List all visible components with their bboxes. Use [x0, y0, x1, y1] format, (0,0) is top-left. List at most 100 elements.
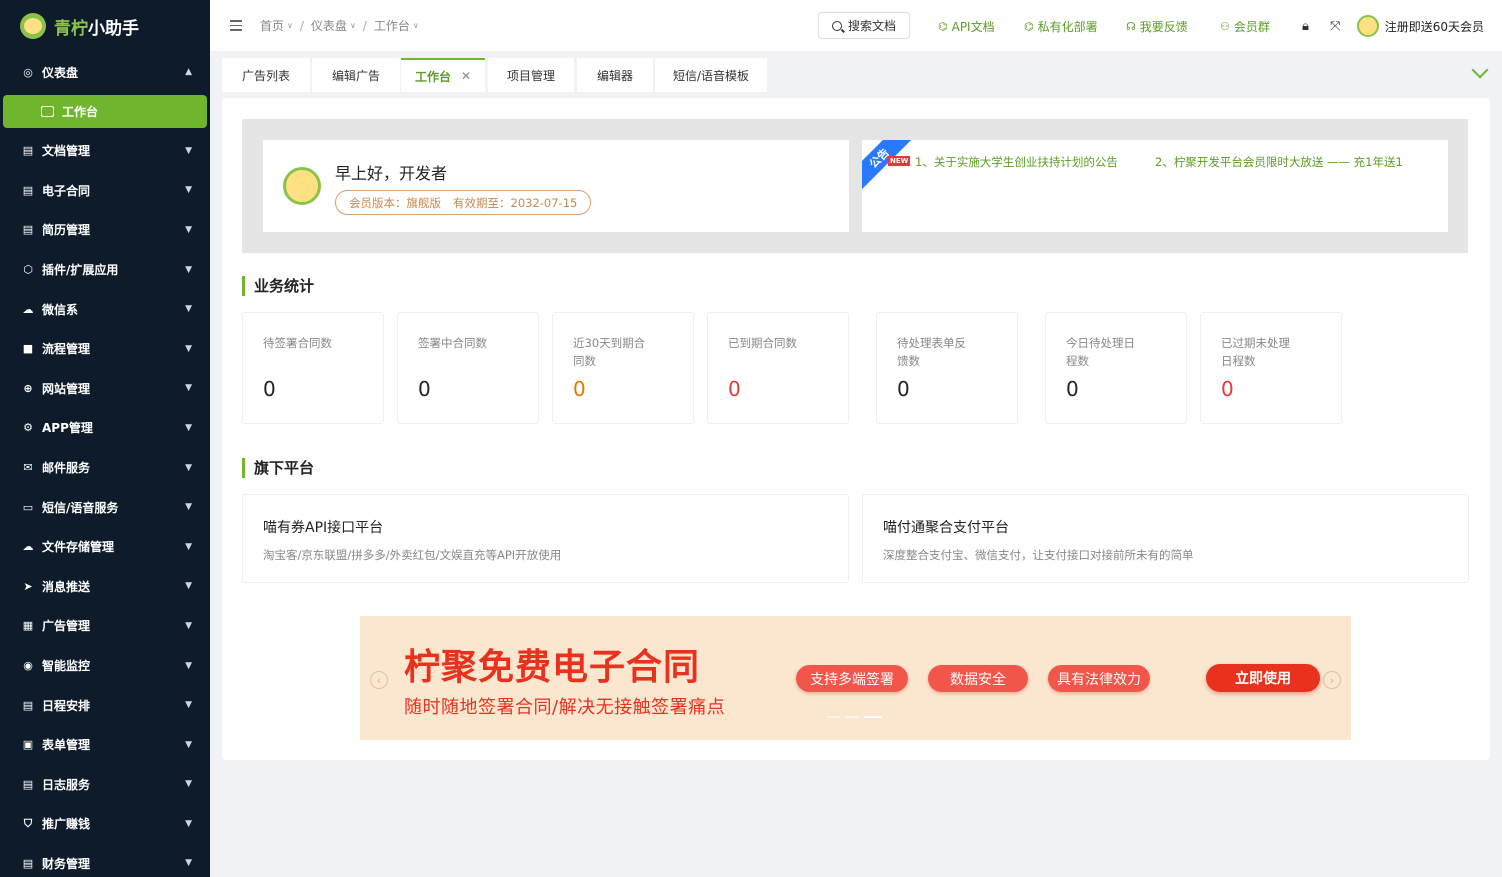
use-now-button[interactable]: 立即使用	[1206, 664, 1320, 692]
stat-label: 签署中合同数	[418, 336, 487, 350]
breadcrumb-workbench[interactable]: 工作台	[374, 17, 410, 34]
stat-label: 已到期合同数	[728, 336, 797, 350]
tab-edit-ad[interactable]: 编辑广告	[312, 58, 400, 92]
network-icon: ⌬	[938, 19, 948, 33]
stat-label: 待处理表单反馈数	[897, 336, 966, 368]
fullscreen-icon[interactable]: ⤧	[1330, 0, 1340, 52]
sidebar-item-doc[interactable]: ▤ 文档管理 ▼	[0, 131, 210, 171]
avatar	[283, 167, 321, 205]
sidebar-item-contract[interactable]: ▤ 电子合同 ▼	[0, 171, 210, 211]
tab-workbench[interactable]: 工作台 ✕	[401, 58, 485, 92]
private-deploy-link[interactable]: ⌬ 私有化部署	[1024, 0, 1098, 52]
carousel-dots[interactable]	[826, 716, 882, 718]
sidebar-item-promote[interactable]: ⛉ 推广赚钱 ▼	[0, 804, 210, 844]
stat-card[interactable]: 今日待处理日程数 0	[1045, 312, 1187, 424]
sidebar-item-schedule[interactable]: ▤ 日程安排 ▼	[0, 685, 210, 725]
stat-card[interactable]: 待签署合同数 0	[242, 312, 384, 424]
chevron-down-icon: ▼	[185, 145, 192, 156]
wechat-icon: ☁	[22, 302, 34, 316]
chevron-down-icon: ▼	[185, 818, 192, 829]
sidebar-item-mail[interactable]: ✉ 邮件服务 ▼	[0, 448, 210, 488]
chevron-down-icon: ▼	[185, 620, 192, 631]
stat-card[interactable]: 已到期合同数 0	[707, 312, 849, 424]
app-icon: ⚙	[23, 421, 33, 435]
chevron-right-icon[interactable]: ›	[1323, 671, 1341, 689]
stat-card[interactable]: 已过期未处理日程数 0	[1200, 312, 1342, 424]
tab-editor[interactable]: 编辑器	[577, 58, 653, 92]
stat-value: 0	[728, 377, 741, 401]
sidebar-item-globe[interactable]: ⊕ 网站管理 ▼	[0, 369, 210, 409]
tab-sms-template[interactable]: 短信/语音模板	[655, 58, 767, 92]
notice-item[interactable]: 1、关于实施大学生创业扶持计划的公告	[915, 154, 1118, 170]
ad-icon: ▦	[22, 619, 34, 633]
banner-feature: 具有法律效力	[1048, 665, 1150, 692]
dashboard-icon: ◎	[23, 65, 33, 79]
chevron-up-icon: ▲	[185, 67, 192, 77]
chevron-down-icon: ▼	[185, 264, 192, 275]
sidebar-item-sms[interactable]: ▭ 短信/语音服务 ▼	[0, 487, 210, 527]
api-docs-link[interactable]: ⌬ API文档	[938, 0, 995, 52]
brand[interactable]: 青柠小助手	[0, 0, 210, 52]
greeting: 早上好，开发者	[335, 164, 448, 183]
chevron-down-icon: ▼	[185, 700, 192, 711]
stat-label: 今日待处理日程数	[1066, 336, 1135, 368]
promo-banner[interactable]: ‹ 柠聚免费电子合同 随时随地签署合同/解决无接触签署痛点 支持多端签署 数据安…	[360, 616, 1351, 740]
breadcrumb-home[interactable]: 首页	[260, 17, 284, 34]
platform-card[interactable]: 喵付通聚合支付平台 深度整合支付宝、微信支付，让支付接口对接前所未有的简单	[862, 494, 1469, 583]
user-menu[interactable]: 注册即送60天会员	[1356, 0, 1484, 52]
sidebar-item-workbench[interactable]: 工作台	[3, 95, 207, 128]
sidebar-item-form[interactable]: ▣ 表单管理 ▼	[0, 725, 210, 765]
stat-value: 0	[573, 377, 586, 401]
sidebar-item-flow[interactable]: ■ 流程管理 ▼	[0, 329, 210, 369]
stat-card[interactable]: 签署中合同数 0	[397, 312, 539, 424]
flow-icon: ■	[22, 342, 34, 356]
chevron-down-icon[interactable]	[1471, 61, 1489, 79]
sidebar-item-monitor[interactable]: ◉ 智能监控 ▼	[0, 646, 210, 686]
chevron-down-icon: ▼	[185, 779, 192, 790]
section-title-platforms: 旗下平台	[242, 458, 314, 478]
logo-icon	[20, 13, 46, 39]
log-icon: ▤	[22, 777, 34, 791]
menu-toggle-icon[interactable]	[230, 20, 242, 31]
lock-icon[interactable]: 🔒︎	[1302, 0, 1309, 52]
sidebar-item-plugin[interactable]: ⬡ 插件/扩展应用 ▼	[0, 250, 210, 290]
sidebar-item-dashboard[interactable]: ◎ 仪表盘 ▲	[0, 52, 210, 92]
sidebar-item-ad[interactable]: ▦ 广告管理 ▼	[0, 606, 210, 646]
platform-card[interactable]: 喵有券API接口平台 淘宝客/京东联盟/拼多多/外卖红包/文娱直充等API开放使…	[242, 494, 849, 583]
send-icon: ➤	[23, 579, 33, 593]
tab-ad-list[interactable]: 广告列表	[222, 58, 310, 92]
sidebar-item-log[interactable]: ▤ 日志服务 ▼	[0, 765, 210, 805]
stat-card[interactable]: 待处理表单反馈数 0	[876, 312, 1018, 424]
chevron-down-icon: ▼	[185, 502, 192, 513]
chevron-left-icon[interactable]: ‹	[370, 671, 388, 689]
sidebar-item-resume[interactable]: ▤ 简历管理 ▼	[0, 210, 210, 250]
main-content: 早上好，开发者 会员版本：旗舰版 有效期至：2032-07-15 公告 NEW 1…	[222, 98, 1490, 760]
sidebar-item-send[interactable]: ➤ 消息推送 ▼	[0, 567, 210, 607]
form-icon: ▣	[22, 738, 34, 752]
close-icon[interactable]: ✕	[461, 69, 471, 83]
sidebar-item-finance[interactable]: ▤ 财务管理 ▼	[0, 844, 210, 877]
chevron-down-icon: ▼	[185, 660, 192, 671]
chevron-down-icon: ▼	[185, 343, 192, 354]
welcome-card: 早上好，开发者 会员版本：旗舰版 有效期至：2032-07-15	[263, 140, 849, 232]
mail-icon: ✉	[23, 461, 33, 475]
chevron-down-icon: ▼	[185, 858, 192, 869]
banner-feature: 数据安全	[928, 665, 1028, 692]
breadcrumb-dashboard[interactable]: 仪表盘	[311, 17, 347, 34]
sidebar-item-wechat[interactable]: ☁ 微信系 ▼	[0, 289, 210, 329]
notice-item[interactable]: 2、柠聚开发平台会员限时大放送 —— 充1年送1	[1155, 154, 1403, 170]
search-docs-button[interactable]: 搜索文档	[818, 12, 910, 39]
feedback-link[interactable]: ☊ 我要反馈	[1126, 0, 1188, 52]
stat-card[interactable]: 近30天到期合同数 0	[552, 312, 694, 424]
sidebar-item-storage[interactable]: ☁ 文件存储管理 ▼	[0, 527, 210, 567]
tab-project-manage[interactable]: 项目管理	[488, 58, 574, 92]
stat-label: 近30天到期合同数	[573, 336, 646, 368]
sidebar-item-app[interactable]: ⚙ APP管理 ▼	[0, 408, 210, 448]
group-icon: ⚇	[1220, 19, 1230, 33]
stat-value: 0	[418, 377, 431, 401]
new-badge: NEW	[888, 156, 911, 166]
chevron-down-icon: ▼	[185, 224, 192, 235]
member-group-link[interactable]: ⚇ 会员群	[1220, 0, 1270, 52]
headset-icon: ☊	[1126, 19, 1136, 33]
stat-value: 0	[263, 377, 276, 401]
